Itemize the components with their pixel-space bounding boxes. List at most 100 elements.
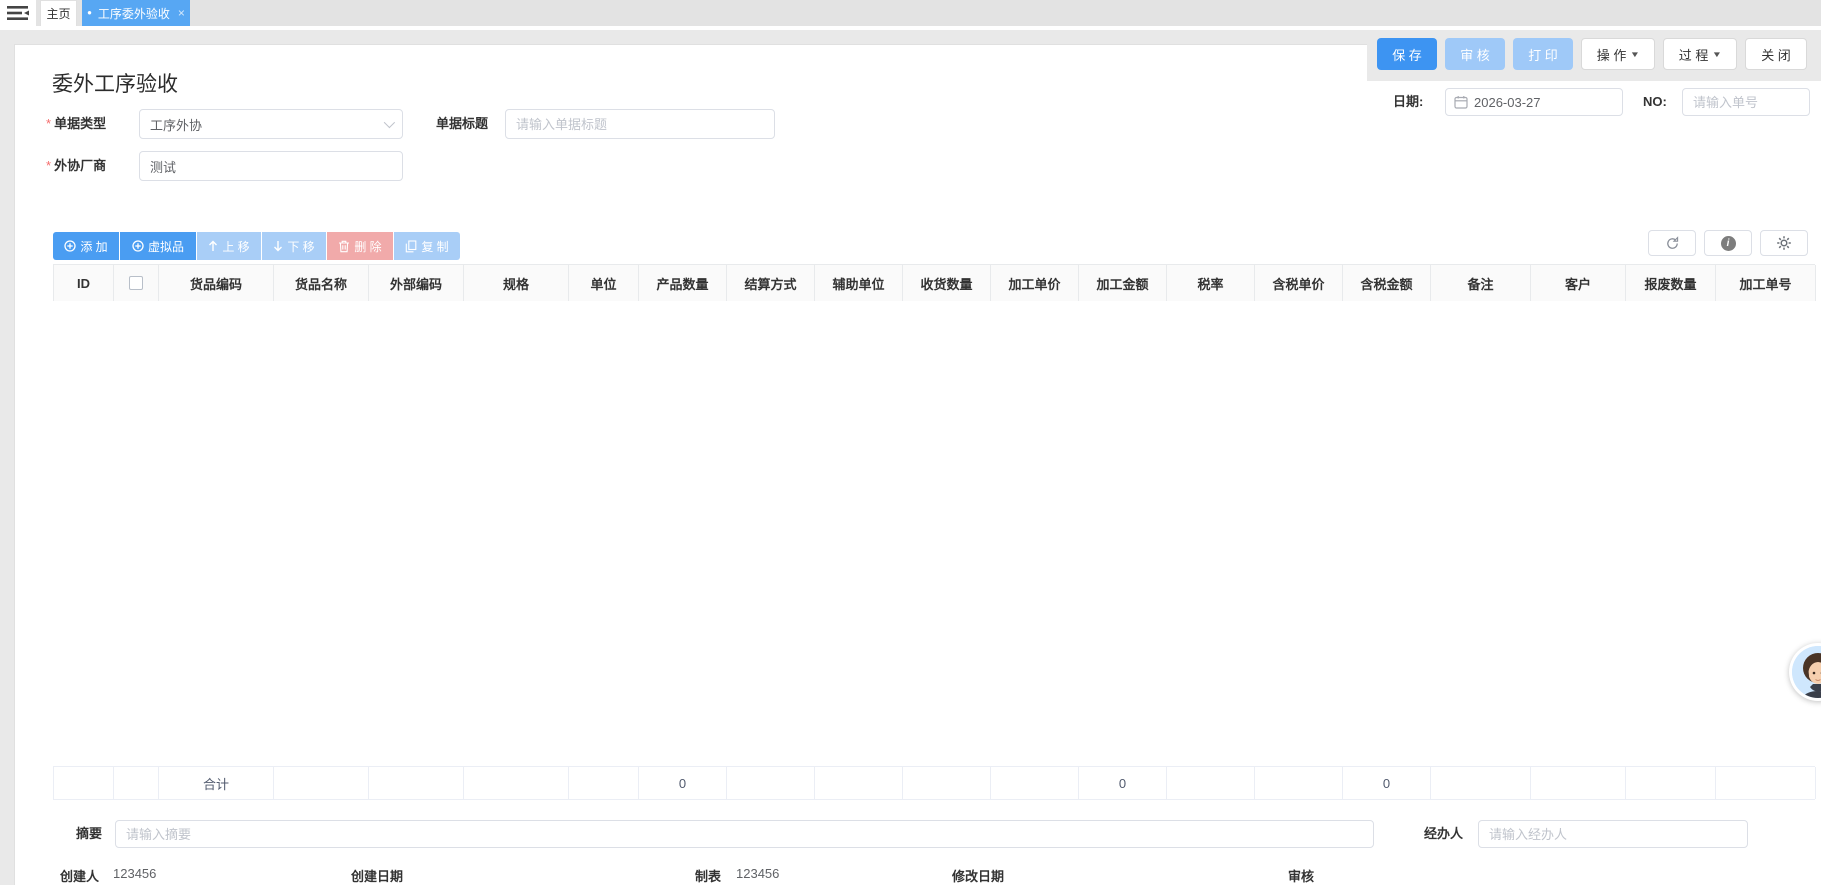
summary-cell	[1626, 767, 1716, 799]
agent-input[interactable]	[1478, 820, 1748, 848]
summary-cell	[991, 767, 1079, 799]
avatar	[1792, 646, 1821, 698]
operate-dropdown-button[interactable]: 操 作 ▼	[1581, 38, 1655, 70]
date-label: 日期:	[1393, 88, 1423, 116]
summary-cell: 合计	[159, 767, 274, 799]
summary-cell	[1255, 767, 1343, 799]
settings-button[interactable]	[1760, 230, 1808, 256]
info-button[interactable]: i	[1704, 230, 1752, 256]
print-button-label: 打 印	[1528, 45, 1558, 64]
menu-fold-icon	[6, 4, 30, 22]
tab-bar	[0, 0, 1821, 26]
move-up-button[interactable]: 上 移	[197, 232, 261, 260]
no-label: NO:	[1643, 88, 1667, 116]
move-up-label: 上 移	[222, 238, 249, 255]
save-button[interactable]: 保 存	[1377, 38, 1437, 70]
grid-tools: i	[1648, 230, 1808, 256]
audit-button-label: 审 核	[1460, 45, 1490, 64]
doc-type-select[interactable]: 工序外协	[139, 109, 403, 139]
close-button[interactable]: 关 闭	[1745, 38, 1807, 70]
summary-cell: 0	[1343, 767, 1431, 799]
vendor-label: *外协厂商	[46, 151, 106, 181]
column-header: 收货数量	[903, 265, 991, 301]
select-all-checkbox[interactable]	[129, 276, 143, 290]
date-input[interactable]: 2026-03-27	[1445, 88, 1623, 116]
process-dropdown-button[interactable]: 过 程 ▼	[1663, 38, 1737, 70]
select-all-cell	[114, 265, 159, 301]
trash-icon	[338, 240, 350, 253]
audit-label: 审核	[1288, 866, 1314, 885]
process-button-label: 过 程	[1679, 45, 1709, 64]
close-button-label: 关 闭	[1761, 45, 1791, 64]
column-header: 含税金额	[1343, 265, 1431, 301]
required-asterisk: *	[46, 158, 51, 173]
chevron-down-icon	[384, 117, 395, 128]
vendor-input[interactable]	[139, 151, 403, 181]
doc-title-input[interactable]	[505, 109, 775, 139]
table-body-empty	[53, 301, 1815, 766]
tab-process-acceptance[interactable]: ● 工序委外验收 ×	[82, 0, 190, 26]
add-row-label: 添 加	[80, 238, 107, 255]
summary-cell	[54, 767, 114, 799]
creator-value: 123456	[113, 866, 156, 881]
required-asterisk: *	[46, 116, 51, 131]
gear-icon	[1776, 235, 1792, 251]
summary-cell	[274, 767, 369, 799]
copy-row-label: 复 制	[421, 238, 448, 255]
tab-close-icon[interactable]: ×	[178, 6, 185, 20]
creator-label: 创建人	[60, 866, 99, 885]
summary-cell: 0	[639, 767, 727, 799]
column-header: 单位	[569, 265, 639, 301]
column-header: 加工金额	[1079, 265, 1167, 301]
move-down-button[interactable]: 下 移	[262, 232, 326, 260]
operate-button-label: 操 作	[1597, 45, 1627, 64]
add-row-button[interactable]: 添 加	[53, 232, 119, 260]
vendor-label-text: 外协厂商	[54, 158, 106, 173]
column-header: 产品数量	[639, 265, 727, 301]
summary-label: 摘要	[76, 820, 102, 848]
summary-cell	[903, 767, 991, 799]
column-header: 税率	[1167, 265, 1255, 301]
page-title: 委外工序验收	[52, 68, 178, 98]
tab-active-label: 工序委外验收	[98, 5, 170, 22]
column-header: 备注	[1431, 265, 1531, 301]
refresh-icon	[1665, 236, 1680, 251]
column-header: 外部编码	[369, 265, 464, 301]
column-header: ID	[54, 265, 114, 301]
delete-row-button[interactable]: 删 除	[327, 232, 393, 260]
preparer-value: 123456	[736, 866, 779, 881]
summary-cell	[727, 767, 815, 799]
tab-home[interactable]: 主页	[40, 0, 77, 26]
summary-cell	[569, 767, 639, 799]
column-header: 报废数量	[1626, 265, 1716, 301]
calendar-icon	[1454, 95, 1468, 109]
column-header: 客户	[1531, 265, 1626, 301]
no-input[interactable]	[1682, 88, 1810, 116]
tab-active-dot-icon: ●	[87, 9, 92, 17]
copy-row-button[interactable]: 复 制	[394, 232, 460, 260]
tab-home-label: 主页	[46, 5, 70, 22]
refresh-button[interactable]	[1648, 230, 1696, 256]
preparer-label: 制表	[695, 866, 721, 885]
summary-cell	[1167, 767, 1255, 799]
agent-label: 经办人	[1424, 820, 1463, 848]
table-header-row: ID货品编码货品名称外部编码规格单位产品数量结算方式辅助单位收货数量加工单价加工…	[53, 264, 1815, 302]
caret-down-icon: ▼	[1712, 50, 1722, 59]
modify-date-label: 修改日期	[952, 866, 1004, 885]
audit-button[interactable]: 审 核	[1445, 38, 1505, 70]
caret-down-icon: ▼	[1630, 50, 1640, 59]
print-button[interactable]: 打 印	[1513, 38, 1573, 70]
summary-cell	[114, 767, 159, 799]
add-virtual-item-button[interactable]: 虚拟品	[120, 232, 196, 260]
column-header: 规格	[464, 265, 569, 301]
circle-plus-icon	[64, 240, 76, 252]
doc-type-value: 工序外协	[150, 115, 202, 134]
delete-row-label: 删 除	[354, 238, 381, 255]
collapse-menu-button[interactable]	[0, 0, 36, 26]
summary-cell	[1431, 767, 1531, 799]
summary-input[interactable]	[115, 820, 1374, 848]
date-value: 2026-03-27	[1474, 95, 1541, 110]
save-button-label: 保 存	[1392, 45, 1422, 64]
column-header: 货品名称	[274, 265, 369, 301]
summary-cell: 0	[1079, 767, 1167, 799]
